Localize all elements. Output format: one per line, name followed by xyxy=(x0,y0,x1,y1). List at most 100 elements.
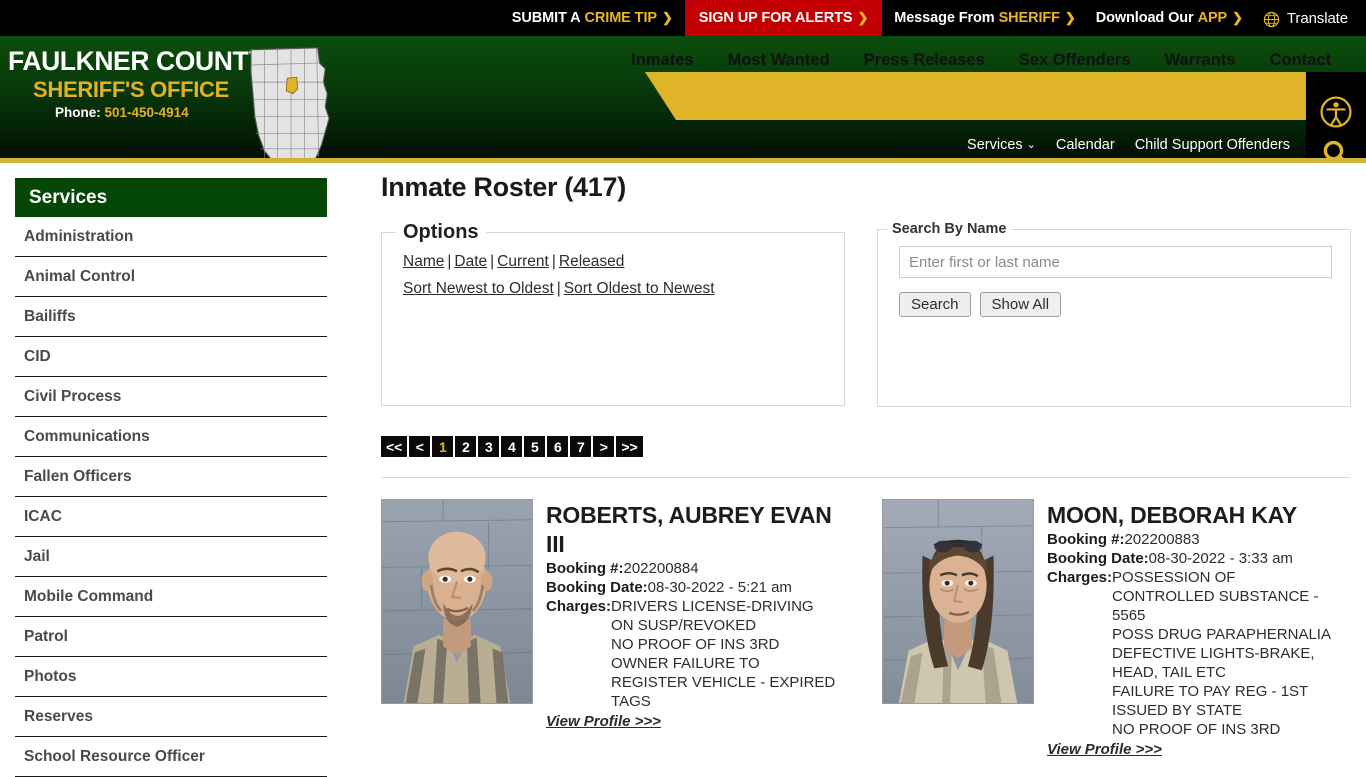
sign-up-for-alerts-label: SIGN UP FOR ALERTS xyxy=(698,10,853,26)
pagination: << < 1 2 3 4 5 6 7 > >> xyxy=(381,436,1351,457)
sidebar-item-label: Civil Process xyxy=(24,387,122,405)
chevron-down-icon: ⌄ xyxy=(1026,138,1036,151)
sidebar-item-cid[interactable]: CID xyxy=(15,337,327,377)
inmate-name: ROBERTS, AUBREY EVAN III xyxy=(546,502,832,557)
search-button[interactable]: Search xyxy=(899,292,971,317)
phone-number: 501-450-4914 xyxy=(104,105,189,120)
booking-date-value: 08-30-2022 - 3:33 am xyxy=(1148,550,1293,567)
sidebar-item-patrol[interactable]: Patrol xyxy=(15,617,327,657)
option-name-link[interactable]: Name xyxy=(403,253,444,270)
view-profile-link[interactable]: View Profile >>> xyxy=(546,713,661,730)
booking-date-label: Booking Date: xyxy=(546,579,648,596)
sidebar-item-fallen-officers[interactable]: Fallen Officers xyxy=(15,457,327,497)
pagination-page-6[interactable]: 6 xyxy=(547,436,569,457)
booking-number-label: Booking #: xyxy=(1047,531,1125,548)
inmate-mugshot[interactable] xyxy=(882,499,1034,704)
main-content: Inmate Roster (417) Options Name | Date | Cu… xyxy=(381,172,1351,759)
booking-date-value: 08-30-2022 - 5:21 am xyxy=(647,579,792,596)
nav-press-releases[interactable]: Press Releases xyxy=(847,51,1002,70)
option-current-link[interactable]: Current xyxy=(497,253,549,270)
charge-item: DRIVERS LICENSE-DRIVING ON SUSP/REVOKED xyxy=(611,598,814,634)
sidebar-item-label: Animal Control xyxy=(24,267,136,285)
nav-contact[interactable]: Contact xyxy=(1253,51,1348,70)
sidebar-item-reserves[interactable]: Reserves xyxy=(15,697,327,737)
option-separator: | xyxy=(490,253,495,270)
charges-list: POSSESSION OF CONTROLLED SUBSTANCE - 556… xyxy=(1112,568,1339,739)
inmate-record: MOON, DEBORAH KAY Booking #:202200883 Bo… xyxy=(882,499,1351,759)
panels-row: Options Name | Date | Current | Released Sort … xyxy=(381,221,1351,407)
sidebar-item-label: School Resource Officer xyxy=(24,747,205,765)
nav-warrants[interactable]: Warrants xyxy=(1148,51,1253,70)
show-all-button[interactable]: Show All xyxy=(979,292,1062,317)
sidebar-item-icac[interactable]: ICAC xyxy=(15,497,327,537)
inmate-records-list: ROBERTS, AUBREY EVAN III Booking #:20220… xyxy=(381,499,1351,759)
sidebar-item-label: Bailiffs xyxy=(24,307,76,325)
chevron-right-icon: ❯ xyxy=(857,10,869,25)
pagination-page-4[interactable]: 4 xyxy=(501,436,523,457)
pagination-last[interactable]: >> xyxy=(616,436,643,457)
sidebar-item-school-resource-officer[interactable]: School Resource Officer xyxy=(15,737,327,777)
message-from-sheriff-link[interactable]: Message From SHERIFF ❯ xyxy=(884,0,1085,36)
pagination-page-5[interactable]: 5 xyxy=(524,436,546,457)
sidebar-item-jail[interactable]: Jail xyxy=(15,537,327,577)
inmate-mugshot[interactable] xyxy=(381,499,533,704)
option-sort-oldest-link[interactable]: Sort Oldest to Newest xyxy=(564,280,715,297)
accessibility-icon[interactable] xyxy=(1319,95,1353,129)
sidebar-item-photos[interactable]: Photos xyxy=(15,657,327,697)
booking-date-line: Booking Date:08-30-2022 - 5:21 am xyxy=(546,578,838,597)
secondary-nav-row-1: Services ⌄ Calendar Child Support Offende… xyxy=(930,132,1300,157)
chevron-right-icon: ❯ xyxy=(661,10,673,25)
sidebar-item-label: Reserves xyxy=(24,707,93,725)
pagination-page-7[interactable]: 7 xyxy=(570,436,592,457)
pagination-page-1[interactable]: 1 xyxy=(432,436,454,457)
charges-list: DRIVERS LICENSE-DRIVING ON SUSP/REVOKED … xyxy=(611,597,838,711)
sidebar-item-label: Administration xyxy=(24,227,134,245)
sidebar-item-label: Photos xyxy=(24,667,77,685)
option-separator: | xyxy=(556,280,561,297)
option-released-link[interactable]: Released xyxy=(559,253,625,270)
sidebar-item-administration[interactable]: Administration xyxy=(15,217,327,257)
search-icon[interactable] xyxy=(1319,137,1353,158)
nav-services[interactable]: Services ⌄ xyxy=(957,137,1046,153)
chevron-right-icon: ❯ xyxy=(1064,10,1076,25)
search-input[interactable] xyxy=(899,246,1332,278)
pagination-prev[interactable]: < xyxy=(409,436,431,457)
sidebar-title[interactable]: Services xyxy=(15,178,327,217)
submit-crime-tip-link[interactable]: SUBMIT A CRIME TIP ❯ xyxy=(502,0,683,36)
message-from-sheriff-highlight: SHERIFF xyxy=(998,10,1060,26)
phone-label: Phone: xyxy=(55,105,101,120)
header-gold-divider xyxy=(0,158,1366,163)
view-profile-link[interactable]: View Profile >>> xyxy=(1047,741,1162,758)
sidebar-item-label: CID xyxy=(24,347,51,365)
sidebar-item-civil-process[interactable]: Civil Process xyxy=(15,377,327,417)
pagination-page-2[interactable]: 2 xyxy=(455,436,477,457)
options-legend: Options xyxy=(403,221,479,243)
charge-item: NO PROOF OF INS 3RD xyxy=(1112,721,1281,738)
nav-most-wanted[interactable]: Most Wanted xyxy=(711,51,847,70)
download-app-link[interactable]: Download Our APP ❯ xyxy=(1086,0,1253,36)
nav-sex-offenders[interactable]: Sex Offenders xyxy=(1002,51,1148,70)
download-app-highlight: APP xyxy=(1197,10,1228,26)
nav-inmates[interactable]: Inmates xyxy=(614,51,710,70)
option-separator: | xyxy=(551,253,556,270)
translate-label: Translate xyxy=(1286,9,1348,27)
nav-child-support-offenders[interactable]: Child Support Offenders xyxy=(1125,137,1300,153)
globe-icon xyxy=(1263,11,1280,28)
booking-number-line: Booking #:202200884 xyxy=(546,559,838,578)
inmate-record: ROBERTS, AUBREY EVAN III Booking #:20220… xyxy=(381,499,850,759)
translate-link[interactable]: Translate xyxy=(1253,0,1366,36)
nav-calendar[interactable]: Calendar xyxy=(1046,137,1125,153)
option-date-link[interactable]: Date xyxy=(454,253,487,270)
sidebar-item-bailiffs[interactable]: Bailiffs xyxy=(15,297,327,337)
charges-label: Charges: xyxy=(546,598,612,615)
sidebar-item-communications[interactable]: Communications xyxy=(15,417,327,457)
top-utility-bar: SUBMIT A CRIME TIP ❯ SIGN UP FOR ALERTS … xyxy=(0,0,1366,36)
pagination-next[interactable]: > xyxy=(593,436,615,457)
sidebar-item-mobile-command[interactable]: Mobile Command xyxy=(15,577,327,617)
sign-up-for-alerts-link[interactable]: SIGN UP FOR ALERTS ❯ xyxy=(684,0,883,36)
pagination-page-3[interactable]: 3 xyxy=(478,436,500,457)
sidebar-item-animal-control[interactable]: Animal Control xyxy=(15,257,327,297)
pagination-first[interactable]: << xyxy=(381,436,408,457)
option-sort-newest-link[interactable]: Sort Newest to Oldest xyxy=(403,280,554,297)
page-title: Inmate Roster (417) xyxy=(381,172,626,202)
